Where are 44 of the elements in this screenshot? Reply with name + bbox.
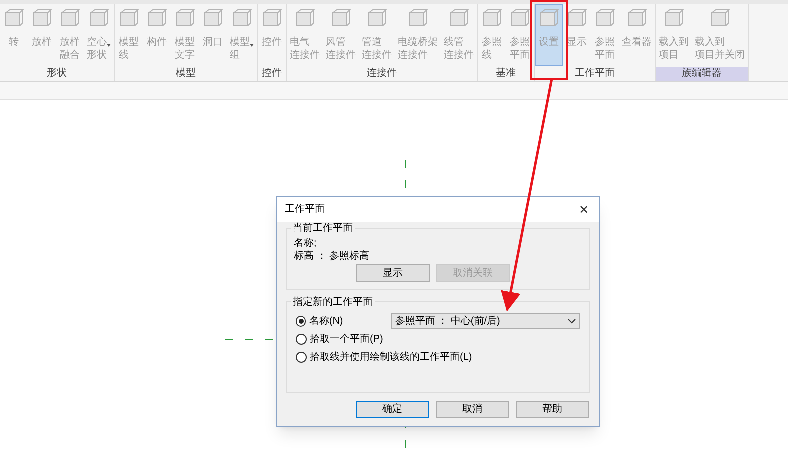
ribbon-button[interactable]: 电缆桥架 连接件	[395, 4, 441, 66]
panel-label: 模型	[175, 67, 197, 81]
ribbon-button[interactable]: 设置	[535, 4, 563, 66]
show-button[interactable]: 显示	[356, 264, 430, 282]
level-text: 标高 ： 参照标高	[294, 250, 371, 263]
dropdown-value: 参照平面 ： 中心(前/后)	[395, 314, 500, 328]
plane-dropdown[interactable]: 参照平面 ： 中心(前/后)	[391, 313, 580, 329]
ribbon-button[interactable]: 控件	[258, 4, 286, 66]
ribbon-button[interactable]: 构件	[143, 4, 171, 66]
ribbon-button[interactable]: 风管 连接件	[323, 4, 359, 66]
ribbon-button[interactable]: 参照 平面	[506, 4, 534, 66]
panel-label: 族编辑器	[656, 67, 748, 81]
group-title: 当前工作平面	[291, 222, 355, 235]
panel-label: 连接件	[366, 67, 398, 81]
ribbon-button[interactable]: 载入到 项目并关闭	[692, 4, 748, 66]
ok-button[interactable]: 确定	[356, 401, 429, 418]
panel-label: 工作平面	[574, 67, 616, 81]
ribbon-button[interactable]: 线管 连接件	[441, 4, 477, 66]
ribbon-button[interactable]: 模型 文字	[171, 4, 199, 66]
help-button[interactable]: 帮助	[516, 401, 589, 418]
window-title: 工作平面	[285, 203, 325, 217]
ribbon-button[interactable]: 洞口	[199, 4, 227, 66]
ribbon-button[interactable]: 显示	[563, 4, 591, 66]
ribbon-button[interactable]: 电气 连接件	[287, 4, 323, 66]
ribbon-button[interactable]: 放样	[28, 4, 56, 66]
option-label: 拾取一个平面(P)	[310, 332, 384, 346]
ribbon-button[interactable]: 参照 平面	[591, 4, 619, 66]
cancel-button[interactable]: 取消	[436, 401, 509, 418]
ribbon-button[interactable]: 模型 组	[227, 4, 257, 66]
ribbon-button[interactable]: 放样 融合	[56, 4, 84, 66]
option-label: 拾取线并使用绘制该线的工作平面(L)	[310, 350, 472, 364]
panel-label: 形状	[46, 67, 68, 81]
close-button[interactable]: ✕	[569, 197, 599, 222]
ribbon-button[interactable]: 查看器	[619, 4, 655, 66]
ribbon-button[interactable]: 转	[0, 4, 28, 66]
ribbon-button[interactable]: 模型 线	[115, 4, 143, 66]
option-label: 名称(N)	[309, 314, 344, 328]
name-text: 名称;	[294, 237, 318, 250]
panel-label: 控件	[261, 67, 283, 81]
ribbon-button[interactable]: 参照 线	[478, 4, 506, 66]
ribbon-button[interactable]: 管道 连接件	[359, 4, 395, 66]
ribbon-button[interactable]: 空心 形状	[84, 4, 114, 66]
ribbon-button[interactable]: 载入到 项目	[656, 4, 692, 66]
panel-label: 基准	[495, 67, 517, 81]
